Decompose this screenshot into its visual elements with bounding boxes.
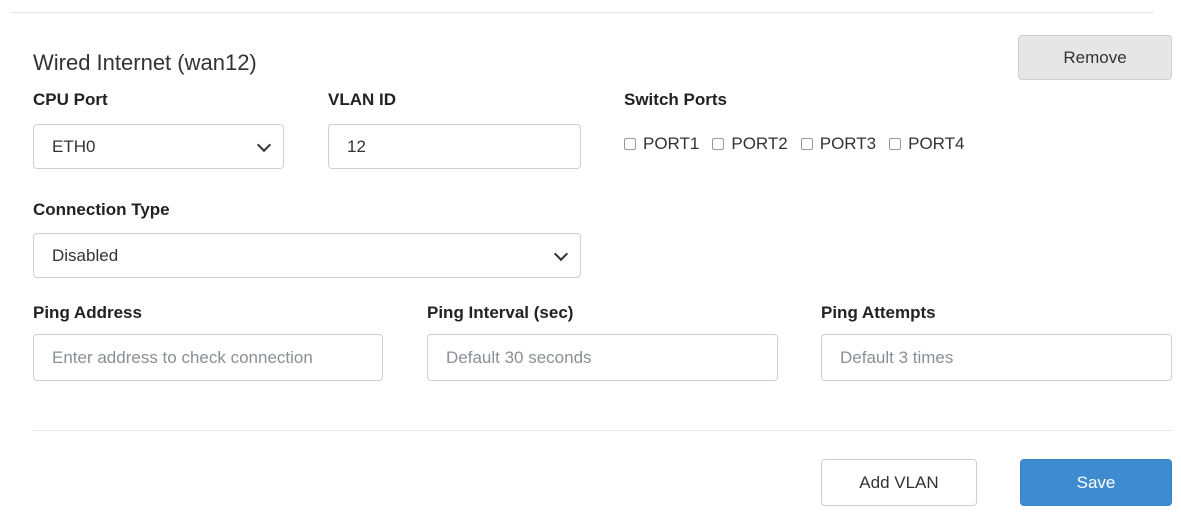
add-vlan-button[interactable]: Add VLAN — [821, 459, 977, 506]
footer-divider — [33, 430, 1172, 431]
top-divider — [12, 12, 1154, 13]
chevron-down-icon — [553, 246, 569, 261]
port3-checkbox[interactable]: PORT3 — [800, 134, 877, 154]
connection-type-select[interactable]: Disabled — [33, 233, 581, 278]
ping-address-label: Ping Address — [33, 303, 142, 322]
chevron-down-icon — [256, 137, 272, 152]
ping-attempts-placeholder: Default 3 times — [840, 347, 954, 367]
checkbox-icon[interactable] — [712, 138, 725, 150]
cpu-port-value: ETH0 — [52, 136, 96, 156]
switch-ports-group: PORT1 PORT2 PORT3 PORT4 — [624, 134, 978, 154]
ping-interval-input[interactable]: Default 30 seconds — [427, 334, 778, 381]
vlan-id-label: VLAN ID — [328, 90, 396, 109]
switch-ports-label: Switch Ports — [624, 90, 727, 109]
connection-type-value: Disabled — [52, 245, 119, 265]
port3-label: PORT3 — [819, 134, 877, 153]
ping-attempts-label: Ping Attempts — [821, 303, 936, 322]
ping-address-input[interactable]: Enter address to check connection — [33, 334, 383, 381]
port4-checkbox[interactable]: PORT4 — [889, 134, 965, 154]
save-button[interactable]: Save — [1020, 459, 1172, 506]
cpu-port-label: CPU Port — [33, 90, 108, 109]
port1-checkbox[interactable]: PORT1 — [624, 134, 699, 154]
port2-checkbox[interactable]: PORT2 — [712, 134, 788, 154]
ping-interval-placeholder: Default 30 seconds — [446, 347, 592, 367]
ping-interval-label: Ping Interval (sec) — [427, 303, 574, 322]
port1-label: PORT1 — [643, 134, 700, 153]
connection-type-label: Connection Type — [33, 200, 170, 219]
card-title: Wired Internet (wan12) — [33, 50, 257, 75]
port4-label: PORT4 — [908, 134, 965, 153]
port2-label: PORT2 — [731, 134, 788, 153]
vlan-id-value: 12 — [347, 136, 366, 156]
vlan-id-input[interactable]: 12 — [328, 124, 581, 169]
checkbox-icon[interactable] — [624, 138, 636, 150]
ping-attempts-input[interactable]: Default 3 times — [821, 334, 1172, 381]
checkbox-icon[interactable] — [800, 138, 813, 150]
checkbox-icon[interactable] — [889, 138, 902, 150]
ping-address-placeholder: Enter address to check connection — [52, 347, 313, 367]
cpu-port-select[interactable]: ETH0 — [33, 124, 284, 169]
remove-button[interactable]: Remove — [1018, 35, 1172, 80]
